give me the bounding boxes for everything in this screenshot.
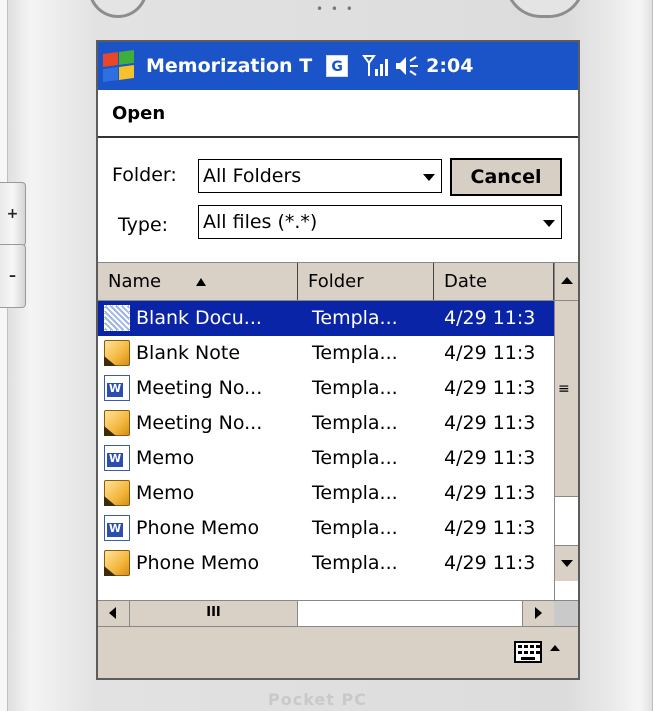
file-name: Blank Note	[136, 342, 241, 364]
speaker-volume-icon[interactable]	[394, 53, 420, 79]
file-folder: Templa...	[312, 482, 398, 504]
device-screen: Memorization T G 2:04 Open Folder: All F…	[96, 40, 580, 680]
file-folder: Templa...	[312, 447, 398, 469]
file-folder: Templa...	[312, 552, 398, 574]
word-document-icon	[104, 445, 130, 471]
speaker-grille: • • •	[316, 2, 355, 16]
cancel-button[interactable]: Cancel	[450, 158, 562, 196]
scroll-down-button[interactable]	[555, 545, 578, 581]
folder-dropdown[interactable]: All Folders	[198, 159, 442, 193]
file-name: Meeting No...	[136, 412, 263, 434]
scroll-right-button[interactable]	[522, 601, 554, 626]
title-bar: Memorization T G 2:04	[98, 42, 578, 90]
softkey-bar	[98, 626, 578, 678]
blank-document-icon	[104, 305, 130, 331]
dialog-title: Open	[112, 103, 166, 124]
device-top-right-button[interactable]	[505, 0, 585, 18]
scroll-left-button[interactable]	[98, 601, 130, 626]
device-left-edge	[0, 0, 8, 711]
start-menu-icon[interactable]	[100, 48, 136, 84]
input-panel-toggle-icon[interactable]	[550, 645, 560, 651]
type-dropdown-value: All files (*.*)	[203, 211, 318, 233]
file-name: Memo	[136, 482, 195, 504]
file-name: Phone Memo	[136, 517, 260, 539]
file-date: 4/29 11:3	[444, 377, 536, 399]
word-document-icon	[104, 375, 130, 401]
device-top-left-button[interactable]	[88, 0, 148, 18]
list-item[interactable]: Blank Docu... Templa... 4/29 11:3	[98, 301, 554, 336]
list-item[interactable]: Blank Note Templa... 4/29 11:3	[98, 336, 554, 371]
column-header-folder[interactable]: Folder	[298, 263, 434, 300]
type-dropdown[interactable]: All files (*.*)	[198, 205, 562, 239]
file-date: 4/29 11:3	[444, 447, 536, 469]
file-name: Blank Docu...	[136, 307, 262, 329]
file-date: 4/29 11:3	[444, 412, 536, 434]
volume-up-button[interactable]: +	[0, 182, 26, 246]
word-document-icon	[104, 515, 130, 541]
folder-label: Folder:	[112, 164, 177, 186]
pocket-pc-device: • • • + – Pocket PC Memorization T G 2:0…	[0, 0, 662, 711]
folder-dropdown-value: All Folders	[203, 165, 302, 187]
file-folder: Templa...	[312, 377, 398, 399]
file-date: 4/29 11:3	[444, 517, 536, 539]
list-item[interactable]: Phone Memo Templa... 4/29 11:3	[98, 546, 554, 581]
list-item[interactable]: Phone Memo Templa... 4/29 11:3	[98, 511, 554, 546]
device-right-edge	[652, 0, 662, 711]
horizontal-scroll-thumb[interactable]: III	[130, 601, 298, 626]
list-item[interactable]: Memo Templa... 4/29 11:3	[98, 441, 554, 476]
gprs-status-icon[interactable]: G	[326, 55, 349, 77]
note-icon	[104, 410, 130, 436]
file-folder: Templa...	[312, 307, 398, 329]
keyboard-icon[interactable]	[514, 641, 542, 663]
grip-icon: ≡	[558, 381, 570, 397]
file-folder: Templa...	[312, 412, 398, 434]
note-icon	[104, 480, 130, 506]
file-name: Memo	[136, 447, 195, 469]
scrollbar-corner	[554, 601, 578, 626]
volume-down-button[interactable]: –	[0, 244, 26, 308]
file-name: Phone Memo	[136, 552, 260, 574]
app-title: Memorization T	[146, 55, 313, 77]
horizontal-scrollbar[interactable]: III	[98, 600, 578, 626]
column-header-label: Date	[444, 271, 488, 292]
note-icon	[104, 550, 130, 576]
column-header-name[interactable]: Name	[98, 263, 298, 300]
dialog-header: Open	[98, 90, 578, 138]
vertical-scroll-thumb[interactable]: ≡	[555, 301, 578, 497]
type-label: Type:	[118, 214, 169, 236]
clock[interactable]: 2:04	[426, 55, 473, 77]
list-item[interactable]: Meeting No... Templa... 4/29 11:3	[98, 371, 554, 406]
chevron-down-icon	[543, 220, 555, 227]
column-header-date[interactable]: Date	[434, 263, 554, 300]
column-header-label: Folder	[308, 271, 364, 292]
file-folder: Templa...	[312, 517, 398, 539]
file-date: 4/29 11:3	[444, 307, 536, 329]
scroll-up-button[interactable]	[555, 263, 578, 301]
file-date: 4/29 11:3	[444, 342, 536, 364]
column-header-label: Name	[108, 271, 162, 292]
chevron-down-icon	[423, 174, 435, 181]
signal-strength-icon[interactable]	[362, 53, 389, 79]
file-date: 4/29 11:3	[444, 552, 536, 574]
file-date: 4/29 11:3	[444, 482, 536, 504]
vertical-scrollbar[interactable]: ≡	[554, 263, 578, 600]
list-item[interactable]: Memo Templa... 4/29 11:3	[98, 476, 554, 511]
file-list[interactable]: Name Folder Date Blank Docu... Templa...…	[98, 262, 578, 600]
file-name: Meeting No...	[136, 377, 263, 399]
list-header: Name Folder Date	[98, 263, 554, 301]
file-folder: Templa...	[312, 342, 398, 364]
device-brand-logo: Pocket PC	[268, 690, 367, 709]
note-icon	[104, 340, 130, 366]
sort-ascending-icon	[196, 278, 206, 286]
list-item[interactable]: Meeting No... Templa... 4/29 11:3	[98, 406, 554, 441]
